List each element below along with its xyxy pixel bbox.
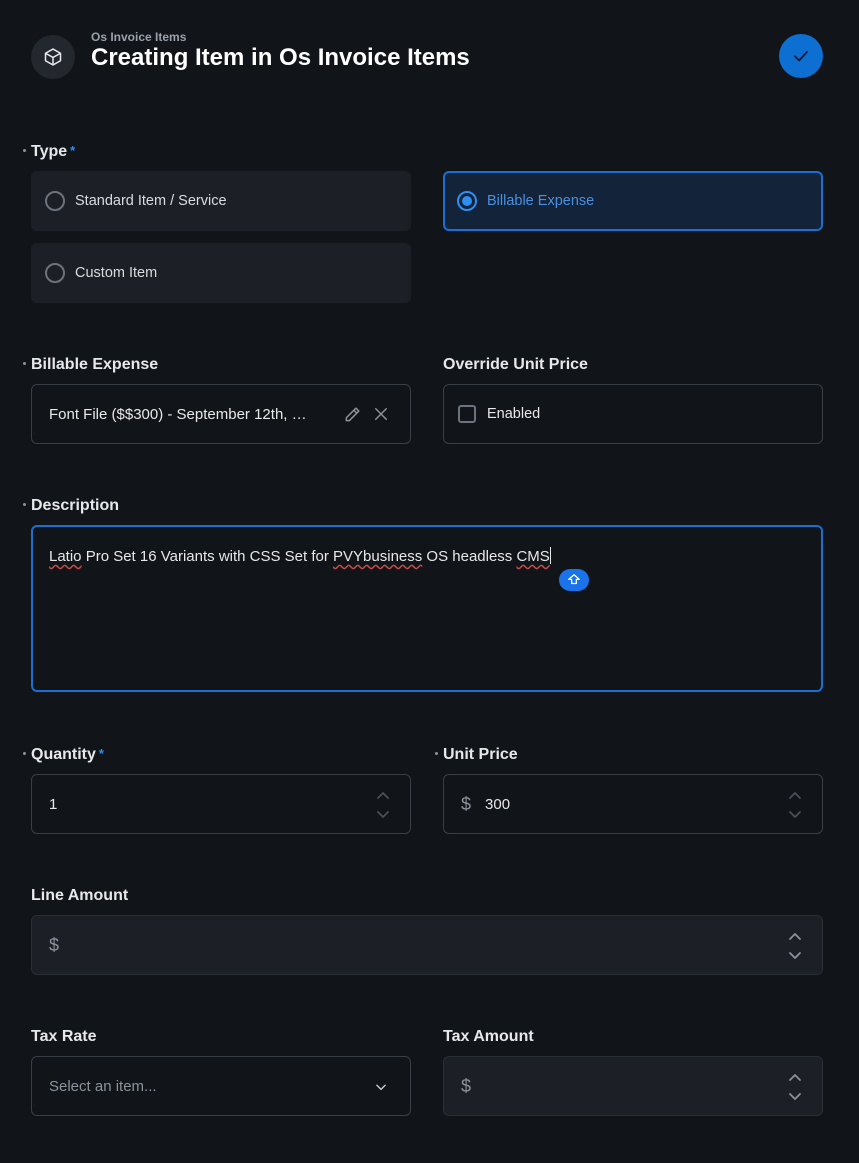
override-unit-price-label: Override Unit Price [443, 356, 588, 373]
radio-button[interactable] [45, 263, 65, 283]
save-button[interactable] [779, 34, 823, 78]
unit-price-label: Unit Price [435, 746, 518, 764]
quantity-input[interactable]: 1 [31, 774, 411, 834]
description-label: Description [23, 497, 119, 515]
billable-expense-label: Billable Expense [23, 356, 158, 374]
unit-price-stepper[interactable] [788, 790, 802, 820]
override-unit-price-toggle[interactable]: Enabled [443, 384, 823, 444]
page-header: Os Invoice Items Creating Item in Os Inv… [31, 30, 823, 80]
tax-amount-input: $ [443, 1056, 823, 1116]
cube-icon [31, 35, 75, 79]
line-amount-label: Line Amount [31, 887, 129, 904]
unit-price-input[interactable]: $ 300 [443, 774, 823, 834]
description-textarea[interactable] [31, 525, 823, 692]
pencil-icon[interactable] [343, 404, 363, 424]
quantity-label: Quantity * [23, 746, 104, 764]
line-amount-input: $ [31, 915, 823, 975]
check-icon [794, 50, 808, 62]
quantity-stepper[interactable] [376, 790, 390, 820]
type-option-billable-expense[interactable]: Billable Expense [443, 171, 823, 231]
type-label: Type * [23, 143, 75, 161]
dollar-icon: $ [461, 1075, 472, 1096]
grammar-assistant-icon[interactable] [559, 569, 589, 591]
tax-amount-stepper [789, 1074, 801, 1100]
dollar-icon: $ [461, 793, 472, 814]
chevron-down-icon [376, 1084, 386, 1091]
page-title: Creating Item in Os Invoice Items [91, 44, 470, 71]
tax-rate-select[interactable]: Select an item... [31, 1056, 411, 1116]
tax-amount-label: Tax Amount [443, 1028, 534, 1045]
type-option-custom-item[interactable]: Custom Item [31, 243, 411, 303]
tax-rate-label: Tax Rate [31, 1028, 97, 1045]
dollar-icon: $ [49, 934, 60, 955]
line-amount-stepper [789, 933, 801, 959]
radio-button-selected[interactable] [457, 191, 477, 211]
radio-button[interactable] [45, 191, 65, 211]
breadcrumb[interactable]: Os Invoice Items [91, 30, 186, 44]
billable-expense-value: Font File ($$300) - September 12th, … [49, 405, 307, 423]
close-icon[interactable] [372, 405, 390, 423]
enabled-checkbox[interactable] [458, 405, 476, 423]
billable-expense-select[interactable]: Font File ($$300) - September 12th, … [31, 384, 411, 444]
type-option-standard-item[interactable]: Standard Item / Service [31, 171, 411, 231]
